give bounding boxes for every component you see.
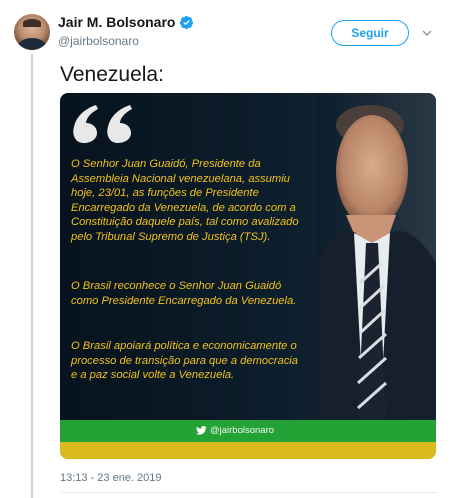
verified-badge-icon [180, 15, 194, 29]
image-footer-handle: @jairbolsonaro [210, 425, 275, 436]
chevron-down-icon[interactable] [422, 28, 432, 38]
quote-paragraph: O Brasil apoiará política e economicamen… [71, 340, 298, 382]
tweet-header: Jair M. Bolsonaro @jairbolsonaro [58, 14, 194, 48]
follow-button[interactable]: Seguir [331, 20, 409, 46]
image-footer-stripe [60, 442, 436, 459]
image-footer-bar: @jairbolsonaro [60, 420, 436, 442]
quote-paragraph: O Brasil reconhece o Senhor Juan Guaidó … [71, 280, 297, 307]
quote-mark-icon [73, 105, 132, 143]
tweet-timestamp[interactable]: 13:13 - 23 ene. 2019 [60, 472, 162, 484]
author-handle[interactable]: @jairbolsonaro [58, 34, 194, 48]
quote-paragraph: O Senhor Juan Guaidó, Presidente da Asse… [71, 158, 299, 243]
thread-line [31, 54, 33, 498]
tweet-text: Venezuela: [60, 63, 164, 86]
avatar[interactable] [14, 14, 50, 50]
portrait-photo [316, 93, 436, 419]
divider [60, 492, 437, 493]
twitter-bird-icon [196, 426, 207, 435]
display-name[interactable]: Jair M. Bolsonaro [58, 14, 175, 30]
tweet-media-image[interactable]: O Senhor Juan Guaidó, Presidente da Asse… [60, 93, 436, 459]
